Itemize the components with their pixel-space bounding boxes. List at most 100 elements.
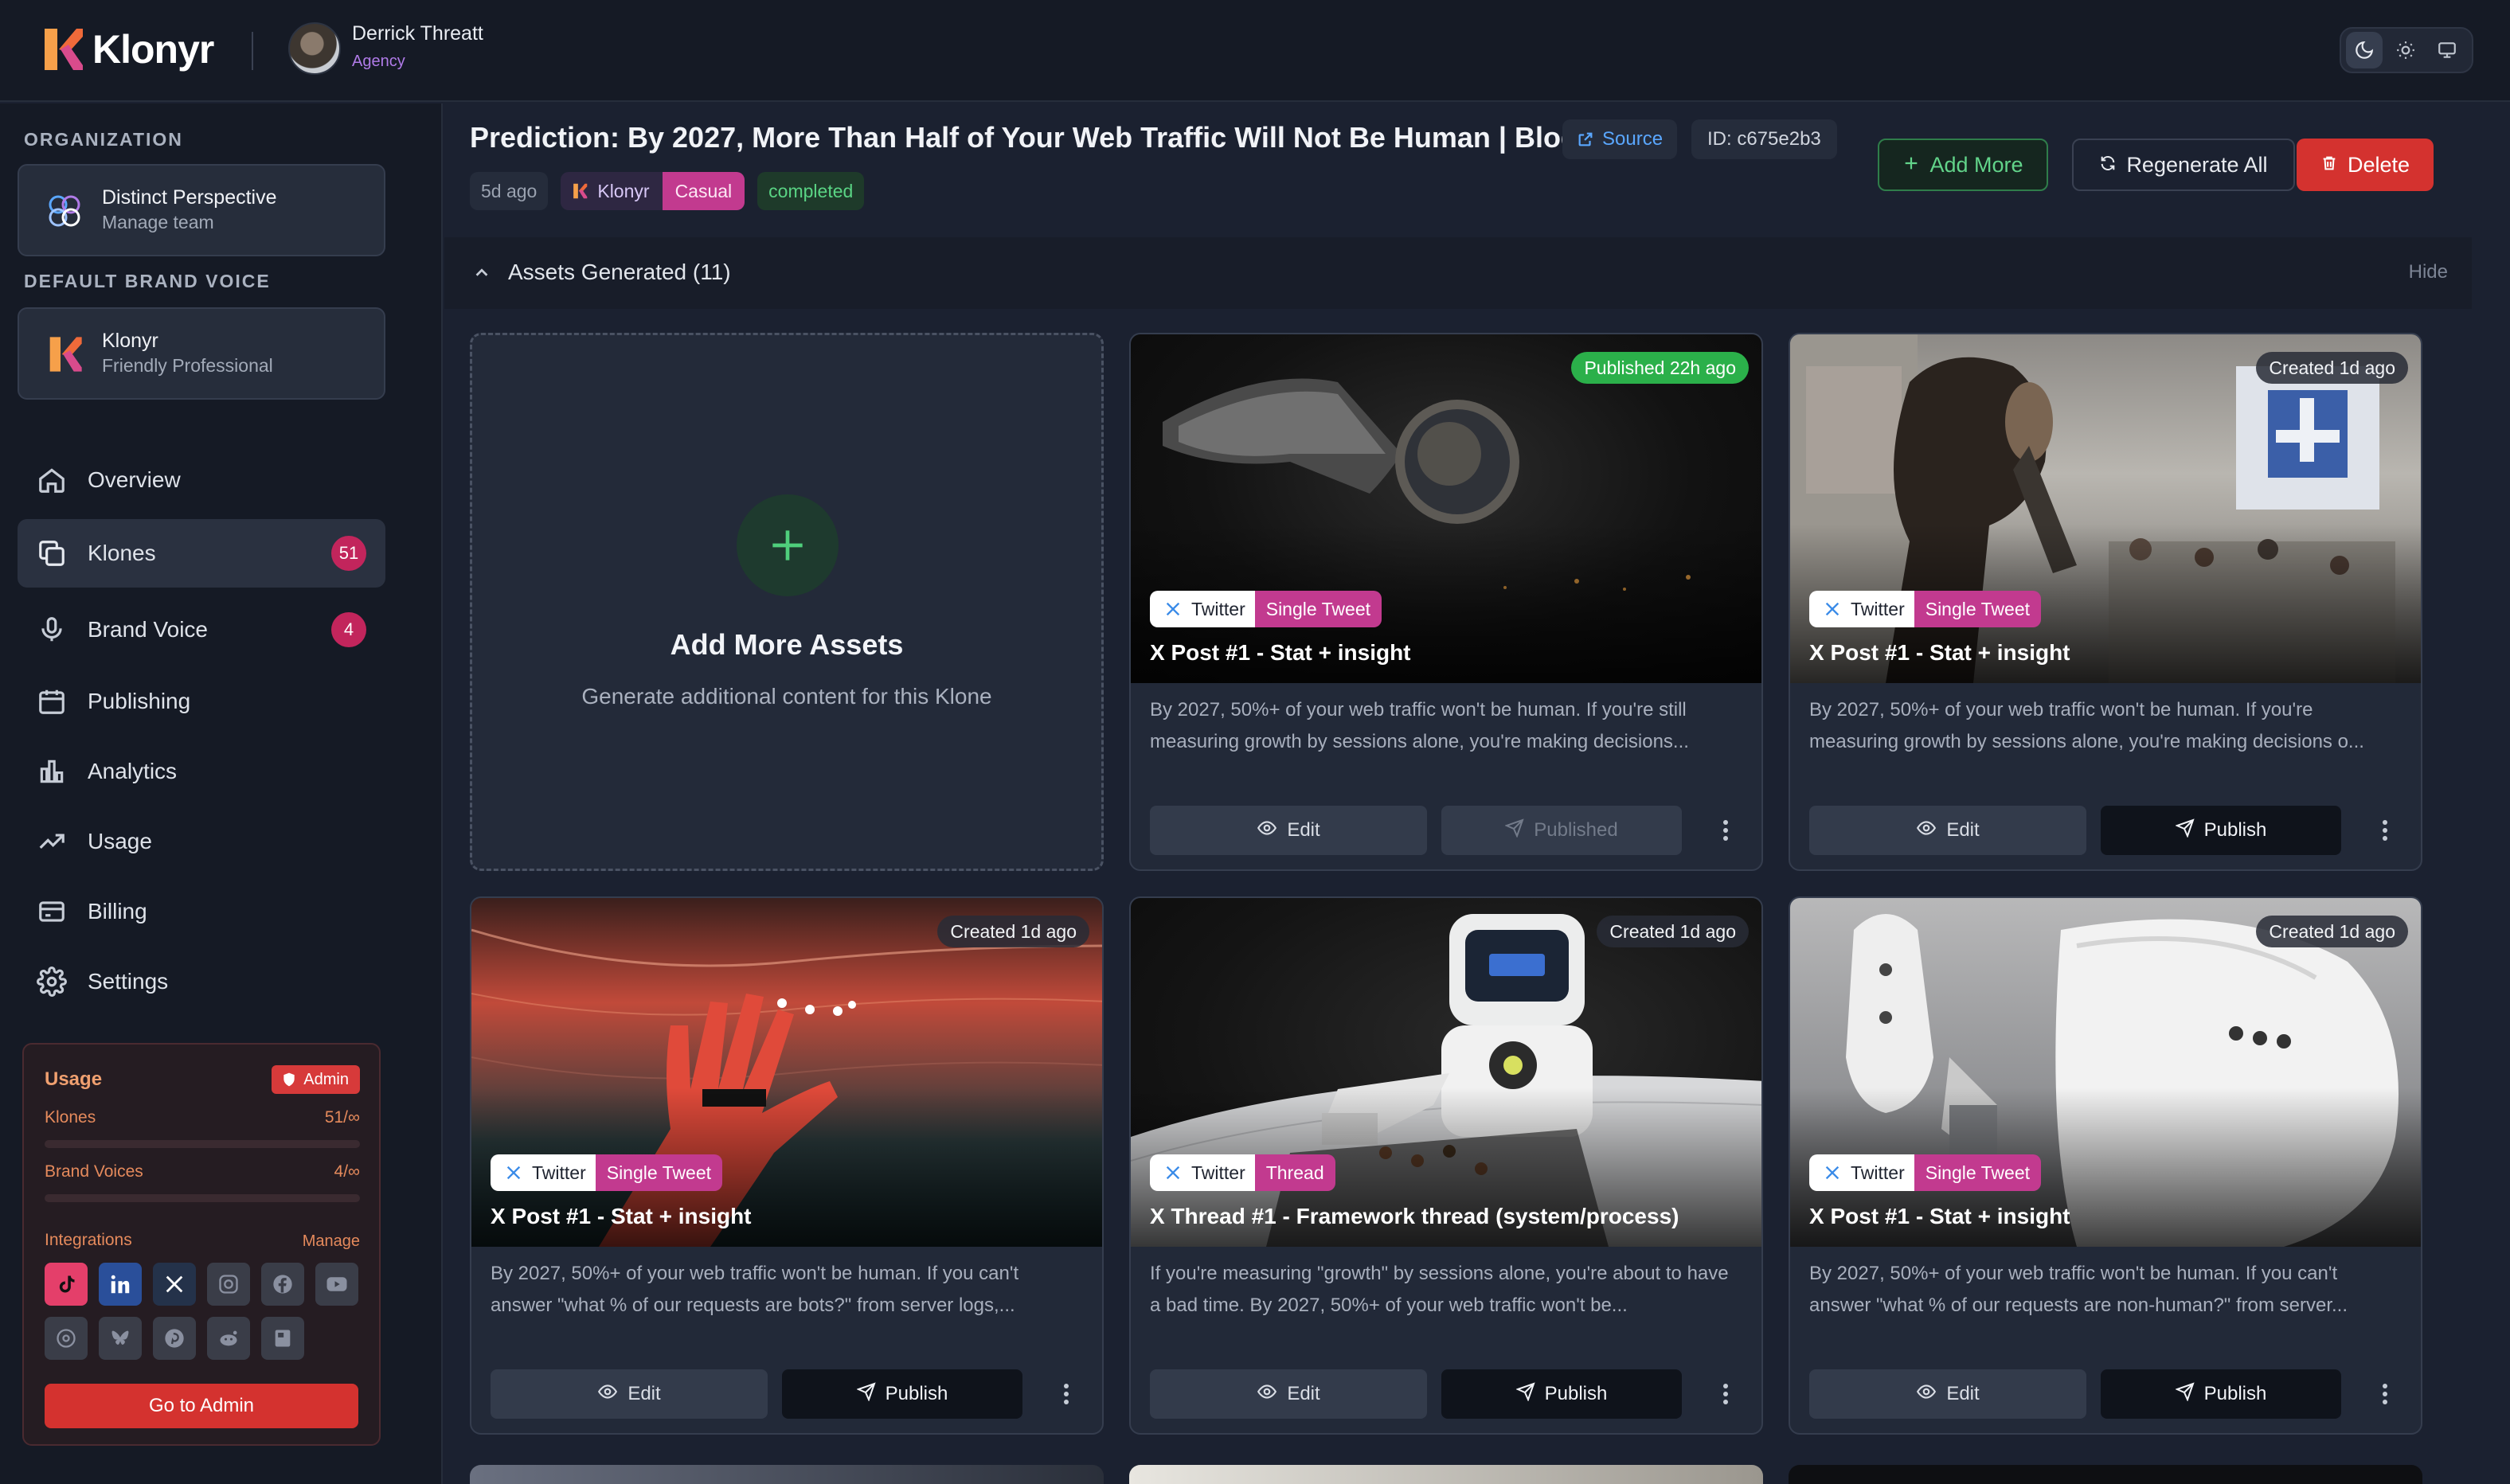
bluesky-icon[interactable] [99, 1317, 142, 1360]
publish-label: Publish [1544, 1383, 1608, 1404]
sidebar-item-label: Publishing [88, 689, 191, 713]
pinterest-icon[interactable] [153, 1317, 196, 1360]
source-link[interactable]: Source [1562, 119, 1678, 159]
divider [252, 32, 253, 70]
asset-image[interactable] [471, 898, 1102, 1247]
asset-image[interactable] [1790, 898, 2421, 1247]
linkedin-icon[interactable] [99, 1263, 142, 1306]
regenerate-all-button[interactable]: Regenerate All [2072, 139, 2295, 191]
usage-title: Usage [45, 1068, 103, 1090]
edit-button[interactable]: Edit [1150, 1369, 1427, 1419]
add-assets-subtitle: Generate additional content for this Klo… [581, 684, 992, 709]
send-icon [2174, 1381, 2195, 1407]
eye-icon [597, 1381, 618, 1408]
asset-image[interactable] [1131, 334, 1761, 683]
more-options-icon[interactable] [1706, 1373, 1746, 1416]
edit-button[interactable]: Edit [1809, 1369, 2086, 1419]
blog-icon[interactable] [261, 1317, 304, 1360]
sidebar-item-label: Settings [88, 969, 169, 994]
sidebar-item-brand-voice[interactable]: Brand Voice 4 [18, 596, 385, 664]
sidebar-item-overview[interactable]: Overview [18, 446, 385, 514]
admin-badge-label: Admin [303, 1070, 349, 1088]
facebook-icon[interactable] [261, 1263, 304, 1306]
mic-icon [37, 615, 67, 645]
add-assets-title: Add More Assets [670, 628, 904, 661]
klone-id[interactable]: ID: c675e2b3 [1691, 119, 1837, 159]
trend-icon [37, 826, 67, 857]
send-icon [1504, 818, 1524, 843]
brand-name: Klonyr [597, 180, 650, 201]
add-more-button[interactable]: Add More [1878, 139, 2048, 191]
asset-image[interactable] [1131, 898, 1761, 1247]
klones-usage-value: 51/∞ [324, 1108, 360, 1127]
org-switcher[interactable]: Distinct Perspective Manage team [18, 164, 385, 256]
platform-tag: Twitter [1150, 591, 1255, 627]
klonyr-logo-icon [573, 183, 588, 199]
status-badge: completed [757, 172, 865, 210]
assets-section-header[interactable]: Assets Generated (11) Hide [444, 237, 2472, 309]
sidebar-item-billing[interactable]: Billing [18, 877, 385, 946]
publish-button[interactable]: Publish [2101, 1369, 2341, 1419]
publish-button[interactable]: Publish [782, 1369, 1022, 1419]
more-options-icon[interactable] [1046, 1373, 1086, 1416]
asset-image[interactable] [1790, 334, 2421, 683]
edit-button[interactable]: Edit [1809, 806, 2086, 855]
asset-card: Published 22h ago Twitter Single Tweet X… [1129, 333, 1763, 871]
edit-button[interactable]: Edit [491, 1369, 768, 1419]
bar-chart-icon [37, 756, 67, 787]
youtube-icon[interactable] [315, 1263, 358, 1306]
reddit-icon[interactable] [207, 1317, 250, 1360]
platform-tags: Twitter Single Tweet [491, 1154, 723, 1191]
published-button: Published [1441, 806, 1682, 855]
org-manage: Manage team [102, 212, 214, 232]
tiktok-icon[interactable] [45, 1263, 88, 1306]
sun-icon[interactable] [2387, 32, 2424, 68]
platform-tag: Twitter [1150, 1154, 1255, 1191]
klonyr-logo-icon [45, 334, 84, 374]
asset-title: X Post #1 - Stat + insight [1809, 640, 2070, 665]
threads-icon[interactable] [45, 1317, 88, 1360]
user-name[interactable]: Derrick Threatt [352, 22, 483, 45]
more-options-icon[interactable] [2365, 809, 2405, 852]
monitor-icon[interactable] [2429, 32, 2465, 68]
asset-preview: By 2027, 50%+ of your web traffic won't … [491, 1263, 1019, 1316]
moon-icon[interactable] [2346, 32, 2383, 68]
add-more-assets-card[interactable]: Add More Assets Generate additional cont… [470, 333, 1104, 871]
platform-tags: Twitter Thread [1150, 1154, 1335, 1191]
delete-button[interactable]: Delete [2297, 139, 2434, 191]
platform-tag: Twitter [491, 1154, 596, 1191]
send-icon [2174, 818, 2195, 843]
source-label: Source [1602, 128, 1664, 150]
instagram-icon[interactable] [207, 1263, 250, 1306]
app-logo[interactable]: Klonyr [40, 24, 214, 75]
publish-button[interactable]: Publish [2101, 806, 2341, 855]
more-options-icon[interactable] [2365, 1373, 2405, 1416]
sidebar-item-analytics[interactable]: Analytics [18, 737, 385, 806]
org-name: Distinct Perspective [102, 186, 277, 209]
sidebar-item-settings[interactable]: Settings [18, 947, 385, 1016]
add-more-label: Add More [1929, 152, 2023, 177]
go-to-admin-button[interactable]: Go to Admin [45, 1384, 358, 1428]
post-type-tag: Single Tweet [1254, 591, 1382, 627]
hide-assets-button[interactable]: Hide [2409, 261, 2448, 283]
send-icon [855, 1381, 876, 1407]
x-icon[interactable] [153, 1263, 196, 1306]
integrations-manage-link[interactable]: Manage [303, 1232, 360, 1251]
publish-button[interactable]: Publish [1441, 1369, 1682, 1419]
sidebar-item-klones[interactable]: Klones 51 [18, 519, 385, 588]
edit-button[interactable]: Edit [1150, 806, 1427, 855]
edit-label: Edit [628, 1383, 661, 1404]
sidebar-item-label: Klones [88, 541, 156, 565]
sidebar-item-usage[interactable]: Usage [18, 807, 385, 876]
brand-voice-switcher[interactable]: Klonyr Friendly Professional [18, 307, 385, 400]
klones-progress-bar [45, 1140, 360, 1148]
more-options-icon[interactable] [1706, 809, 1746, 852]
asset-card: Created 1d ago Twitter Thread X Thread #… [1129, 896, 1763, 1435]
chevron-up-icon[interactable] [473, 264, 491, 282]
voices-usage: Brand Voices 4/∞ [45, 1162, 360, 1181]
sidebar-item-publishing[interactable]: Publishing [18, 667, 385, 736]
platform-tag: Twitter [1809, 591, 1914, 627]
asset-title: X Post #1 - Stat + insight [491, 1204, 752, 1228]
avatar[interactable] [288, 22, 341, 75]
status-badge: Published 22h ago [1571, 352, 1749, 384]
